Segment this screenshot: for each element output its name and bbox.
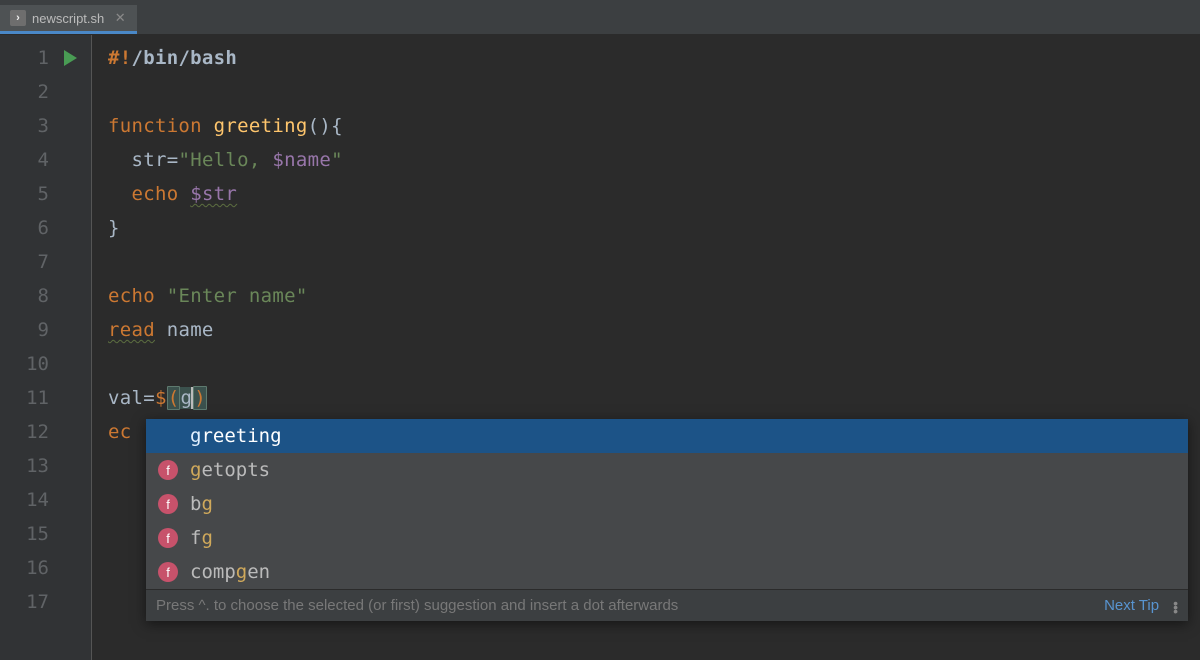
line-number[interactable]: 9: [0, 313, 91, 347]
autocomplete-label: fg: [190, 527, 213, 549]
autocomplete-item[interactable]: ffg: [146, 521, 1188, 555]
line-number[interactable]: 14: [0, 483, 91, 517]
line-number[interactable]: 4: [0, 143, 91, 177]
line-number[interactable]: 5: [0, 177, 91, 211]
line-number[interactable]: 8: [0, 279, 91, 313]
autocomplete-item[interactable]: f compgen: [146, 555, 1188, 589]
hint-text: Press ^. to choose the selected (or firs…: [156, 597, 678, 614]
line-number[interactable]: 15: [0, 517, 91, 551]
autocomplete-label: greeting: [190, 425, 282, 447]
code-line: [108, 347, 1200, 381]
line-number[interactable]: 7: [0, 245, 91, 279]
line-number[interactable]: 3: [0, 109, 91, 143]
code-line: echo $str: [108, 177, 1200, 211]
tab-bar: › newscript.sh ✕: [0, 5, 1200, 35]
code-line: read name: [108, 313, 1200, 347]
editor: 1 2 3 4 5 6 7 8 9 10 11 12 13 14 15 16 1…: [0, 35, 1200, 660]
sh-file-icon: ›: [10, 10, 26, 26]
line-number[interactable]: 16: [0, 551, 91, 585]
autocomplete-item[interactable]: fgreeting: [146, 419, 1188, 453]
autocomplete-label: getopts: [190, 459, 270, 481]
code-line: function greeting(){: [108, 109, 1200, 143]
line-number[interactable]: 11: [0, 381, 91, 415]
line-number[interactable]: 12: [0, 415, 91, 449]
line-number[interactable]: 17: [0, 585, 91, 619]
autocomplete-label: compgen: [190, 561, 270, 583]
autocomplete-item[interactable]: f getopts: [146, 453, 1188, 487]
autocomplete-popup: fgreetingfgetoptsfbgffgfcompgen Press ^.…: [146, 419, 1188, 621]
line-number[interactable]: 6: [0, 211, 91, 245]
function-badge-icon: f: [158, 494, 178, 514]
tab-filename: newscript.sh: [32, 11, 104, 26]
autocomplete-label: bg: [190, 493, 213, 515]
code-line: [108, 245, 1200, 279]
code-line: str="Hello, $name": [108, 143, 1200, 177]
code-line: }: [108, 211, 1200, 245]
code-editor[interactable]: #!/bin/bash function greeting(){ str="He…: [92, 35, 1200, 660]
line-number[interactable]: 13: [0, 449, 91, 483]
autocomplete-hint: Press ^. to choose the selected (or firs…: [146, 589, 1188, 621]
file-tab[interactable]: › newscript.sh ✕: [0, 5, 137, 34]
code-line: echo "Enter name": [108, 279, 1200, 313]
close-icon[interactable]: ✕: [113, 11, 127, 25]
autocomplete-item[interactable]: fbg: [146, 487, 1188, 521]
code-line: [108, 75, 1200, 109]
next-tip-link[interactable]: Next Tip: [1104, 597, 1159, 614]
more-icon[interactable]: •••: [1173, 600, 1178, 612]
function-badge-icon: f: [158, 460, 178, 480]
line-number[interactable]: 2: [0, 75, 91, 109]
function-badge-icon: f: [158, 528, 178, 548]
code-line: #!/bin/bash: [108, 41, 1200, 75]
line-number-gutter: 1 2 3 4 5 6 7 8 9 10 11 12 13 14 15 16 1…: [0, 35, 92, 660]
code-line: val=$(g): [108, 381, 1200, 415]
line-number[interactable]: 10: [0, 347, 91, 381]
line-number[interactable]: 1: [0, 41, 91, 75]
run-icon[interactable]: [64, 50, 77, 66]
function-badge-icon: f: [158, 562, 178, 582]
